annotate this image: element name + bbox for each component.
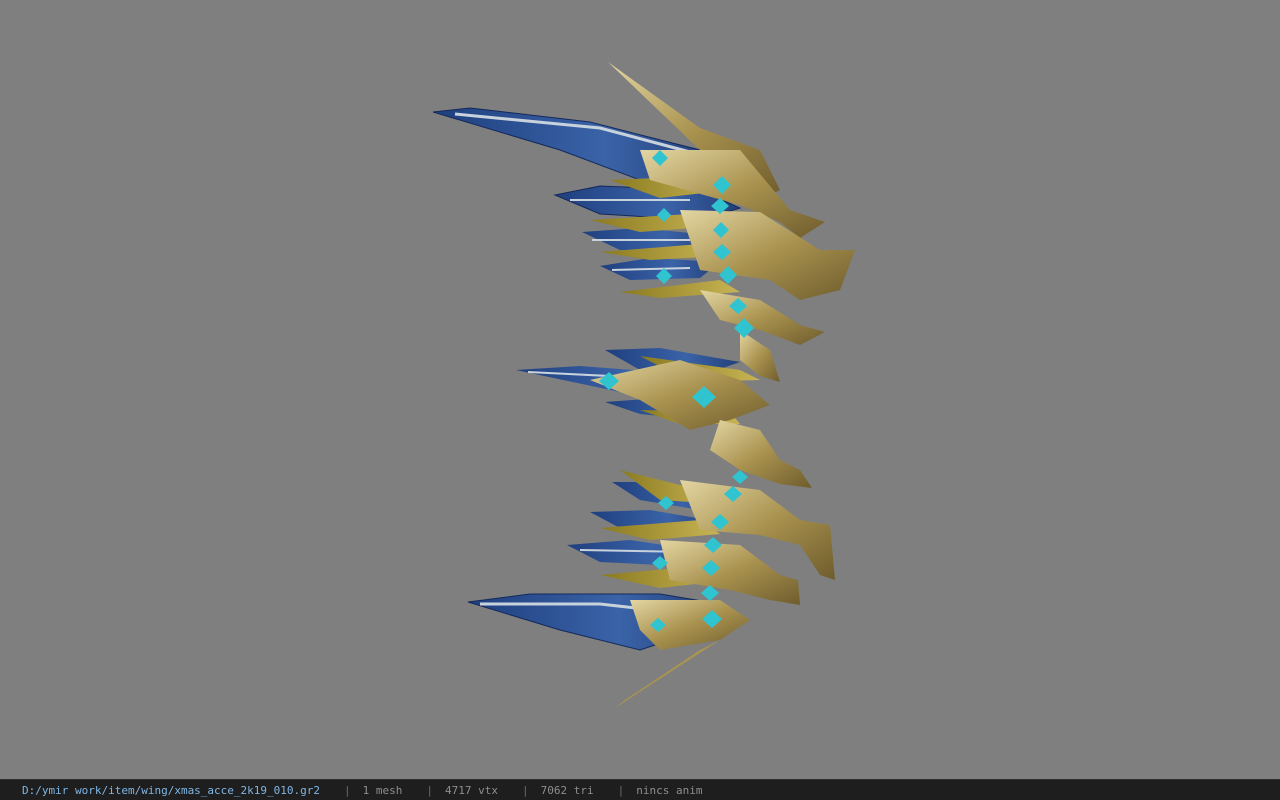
status-bar: D:/ymir work/item/wing/xmas_acce_2k19_01…: [0, 779, 1280, 800]
separator: |: [522, 783, 529, 797]
separator: |: [426, 783, 434, 797]
wing-model-render: [432, 62, 855, 708]
separator: |: [617, 783, 625, 797]
3d-viewport[interactable]: [0, 0, 1280, 779]
upper-wing-section: [432, 62, 855, 382]
triangle-count: 7062 tri: [540, 783, 594, 797]
separator: |: [344, 783, 351, 797]
model-path: D:/ymir work/item/wing/xmas_acce_2k19_01…: [22, 783, 321, 797]
mesh-count: 1 mesh: [362, 783, 403, 797]
lower-wing-section: [467, 470, 835, 708]
vertex-count: 4717 vtx: [445, 783, 498, 797]
animation-status: nincs anim: [636, 783, 703, 797]
